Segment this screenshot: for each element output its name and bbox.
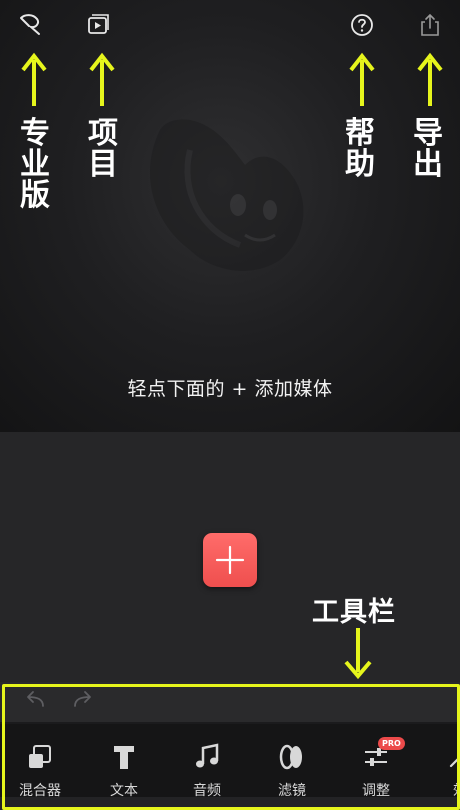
arrow-up-icon [349,52,375,106]
pro-logo-icon [20,14,40,35]
tool-adjust[interactable]: 调整 [336,742,416,800]
share-icon [421,13,439,36]
help-annotation-label: 帮助 [345,116,375,182]
mixer-icon [29,745,51,768]
effects-icon [449,746,460,768]
pro-annotation-label: 专业版 [20,116,50,213]
mascot-watermark [150,119,304,271]
tool-label: 滤镜 [278,783,306,799]
export-annotation-label: 导出 [413,116,443,182]
tool-label: 音频 [193,783,221,799]
projects-annotation-label: 项目 [88,116,118,182]
tool-filter[interactable]: 滤镜 [252,742,332,800]
arrow-up-icon [89,52,115,106]
tool-text[interactable]: 文本 [84,742,164,800]
tool-label: 混合器 [19,783,61,799]
text-icon [114,746,134,769]
filter-icon [279,744,302,770]
undo-redo-row [0,682,460,722]
tool-mixer[interactable]: 混合器 [0,742,80,800]
toolbar-annotation-label: 工具栏 [312,597,396,628]
pro-logo-button[interactable] [16,11,44,39]
arrow-down-icon [344,628,372,680]
add-media-hint: 轻点下面的 + 添加媒体 [127,378,333,400]
projects-button[interactable] [84,11,112,39]
tool-audio[interactable]: 音频 [167,742,247,800]
projects-icon [88,14,109,34]
help-icon [351,14,373,36]
export-button[interactable] [416,11,444,39]
tool-effects[interactable]: 效 [420,742,460,800]
tool-label: 调整 [362,783,390,799]
pro-badge: PRO [378,737,405,750]
add-media-button[interactable] [203,533,257,587]
arrow-up-icon [21,52,47,106]
help-button[interactable] [348,11,376,39]
music-note-icon [196,743,219,768]
arrow-up-icon [417,52,443,106]
undo-icon[interactable] [20,690,46,712]
plus-icon [215,545,245,575]
tool-strip: 混合器 文本 音频 滤镜 调整 效 [0,724,460,800]
tool-label: 效 [453,780,460,800]
redo-icon[interactable] [72,690,98,712]
tool-label: 文本 [110,783,138,799]
